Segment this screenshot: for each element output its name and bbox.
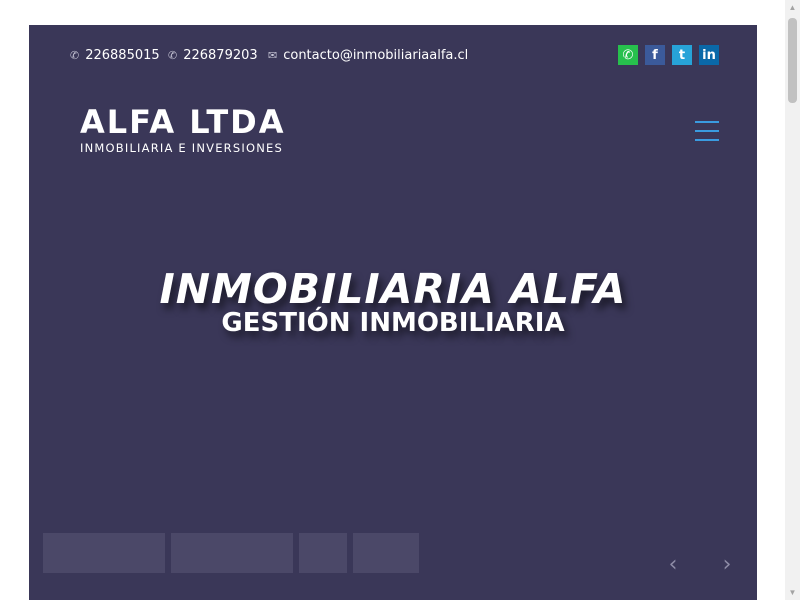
hero-title: INMOBILIARIA ALFA <box>159 265 627 313</box>
scroll-up-arrow-icon[interactable]: ▲ <box>785 0 800 15</box>
page-scrollbar[interactable]: ▲ ▼ <box>785 0 800 600</box>
logo-subtitle: INMOBILIARIA E INVERSIONES <box>80 141 283 155</box>
whatsapp-icon[interactable]: ✆ <box>618 45 638 65</box>
envelope-icon: ✉ <box>268 48 278 62</box>
scroll-down-arrow-icon[interactable]: ▼ <box>785 585 800 600</box>
site-container: ✆ 226885015 ✆ 226879203 ✉ contacto@inmob… <box>29 25 757 600</box>
slider-thumbnail[interactable] <box>171 533 293 573</box>
twitter-icon[interactable]: t <box>672 45 692 65</box>
scrollbar-thumb[interactable] <box>788 18 797 103</box>
logo-title: ALFA LTDA <box>80 103 286 141</box>
slider-thumbnail[interactable] <box>299 533 347 573</box>
hero-subtitle: GESTIÓN INMOBILIARIA <box>221 308 565 338</box>
phone-icon: ✆ <box>70 48 80 62</box>
phone-2-text: 226879203 <box>183 47 258 63</box>
slider-prev-arrow-icon[interactable]: ‹ <box>658 549 688 579</box>
linkedin-icon[interactable]: in <box>699 45 719 65</box>
menu-line <box>695 130 719 132</box>
site-logo[interactable]: ALFA LTDA INMOBILIARIA E INVERSIONES <box>80 105 286 155</box>
menu-line <box>695 139 719 141</box>
hamburger-menu-icon[interactable] <box>695 121 719 141</box>
slider-next-arrow-icon[interactable]: › <box>712 549 742 579</box>
social-links: ✆ f t in <box>618 45 719 65</box>
phone-link-2[interactable]: ✆ 226879203 <box>168 43 258 67</box>
facebook-icon[interactable]: f <box>645 45 665 65</box>
slider-thumbnails <box>43 533 419 573</box>
phone-icon: ✆ <box>168 48 178 62</box>
phone-link-1[interactable]: ✆ 226885015 <box>70 43 160 67</box>
email-text: contacto@inmobiliariaalfa.cl <box>283 47 469 63</box>
phone-1-text: 226885015 <box>85 47 160 63</box>
menu-line <box>695 121 719 123</box>
slider-thumbnail[interactable] <box>353 533 419 573</box>
email-link[interactable]: ✉ contacto@inmobiliariaalfa.cl <box>268 43 468 67</box>
top-bar: ✆ 226885015 ✆ 226879203 ✉ contacto@inmob… <box>29 43 757 67</box>
slider-thumbnail[interactable] <box>43 533 165 573</box>
